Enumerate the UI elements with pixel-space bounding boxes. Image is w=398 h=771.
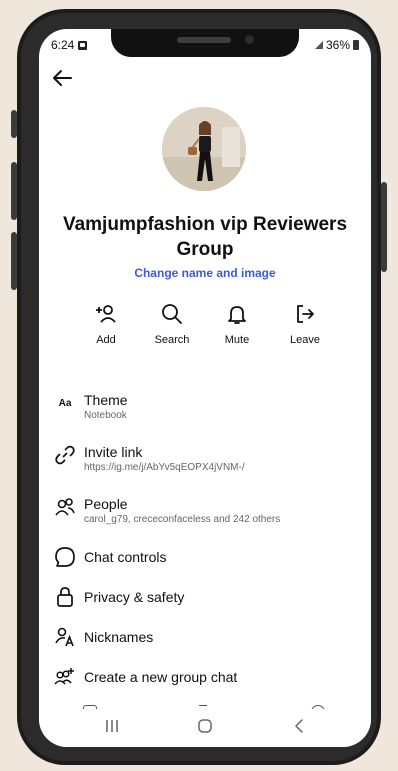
link-icon [53,443,77,467]
nickname-icon [53,625,77,649]
screen: 6:24 36% Vamjumpfashion vip Reviewers Gr… [39,29,371,747]
bell-icon [228,306,246,324]
create-group-icon [53,665,77,689]
search-button[interactable]: Search [142,302,202,346]
menu-invite-link[interactable]: Invite link https://ig.me/j/AbYv5qEOPX4j… [53,443,353,474]
leave-label: Leave [290,334,320,346]
leave-button[interactable]: Leave [275,302,335,346]
theme-title: Theme [84,392,128,408]
nav-back-button[interactable] [291,717,309,740]
menu-nicknames[interactable]: Nicknames [53,625,353,649]
group-avatar[interactable] [162,107,246,191]
menu-create-group[interactable]: Create a new group chat [53,665,353,689]
people-icon [53,495,77,519]
leave-icon [297,305,314,323]
phone-side-button-top [11,110,17,138]
camera-notch [111,29,299,57]
add-person-icon [96,305,116,323]
nicknames-title: Nicknames [84,629,154,645]
signal-icon [314,41,323,49]
menu-people[interactable]: People carol_g79, crececonfaceless and 2… [53,495,353,526]
speaker-grille [177,37,231,43]
invite-link-title: Invite link [84,444,143,460]
status-time: 6:24 [51,38,75,52]
change-name-image-link[interactable]: Change name and image [39,266,371,280]
add-label: Add [96,334,116,346]
search-icon [162,304,182,324]
battery-icon [353,40,359,50]
theme-icon: Aa [58,397,72,409]
recent-apps-icon [106,720,118,732]
phone-power-button [381,182,387,272]
theme-subtitle: Notebook [84,410,127,421]
back-arrow-icon [53,70,72,86]
status-bar-right: 36% [314,38,359,52]
menu-chat-controls[interactable]: Chat controls [53,545,353,569]
android-nav-bar [39,709,371,747]
status-bar-left: 6:24 [51,38,88,52]
people-title: People [84,496,128,512]
create-group-title: Create a new group chat [84,669,238,685]
phone-volume-down [11,232,17,290]
group-photo-illustration [162,107,246,191]
home-icon [198,719,212,733]
menu-theme[interactable]: Aa Theme Notebook [53,391,353,422]
add-button[interactable]: Add [76,302,136,346]
battery-percent: 36% [325,38,350,52]
back-button[interactable] [49,65,77,91]
phone-volume-up [11,162,17,220]
menu-privacy-safety[interactable]: Privacy & safety [53,585,353,609]
chat-controls-title: Chat controls [84,549,167,565]
people-subtitle: carol_g79, crececonfaceless and 242 othe… [84,514,281,525]
home-button[interactable] [196,717,214,740]
mute-label: Mute [224,334,250,346]
nav-back-icon [295,719,303,733]
chat-bubble-icon [53,545,77,569]
invite-link-url: https://ig.me/j/AbYv5qEOPX4jVNM-/ [84,462,245,473]
search-label: Search [154,334,190,346]
privacy-title: Privacy & safety [84,589,185,605]
gallery-notification-icon [78,40,88,50]
recent-apps-button[interactable] [102,717,122,740]
lock-icon [53,585,77,609]
group-name: Vamjumpfashion vip Reviewers Group [62,214,348,260]
mute-button[interactable]: Mute [207,302,267,346]
front-camera [245,35,254,44]
